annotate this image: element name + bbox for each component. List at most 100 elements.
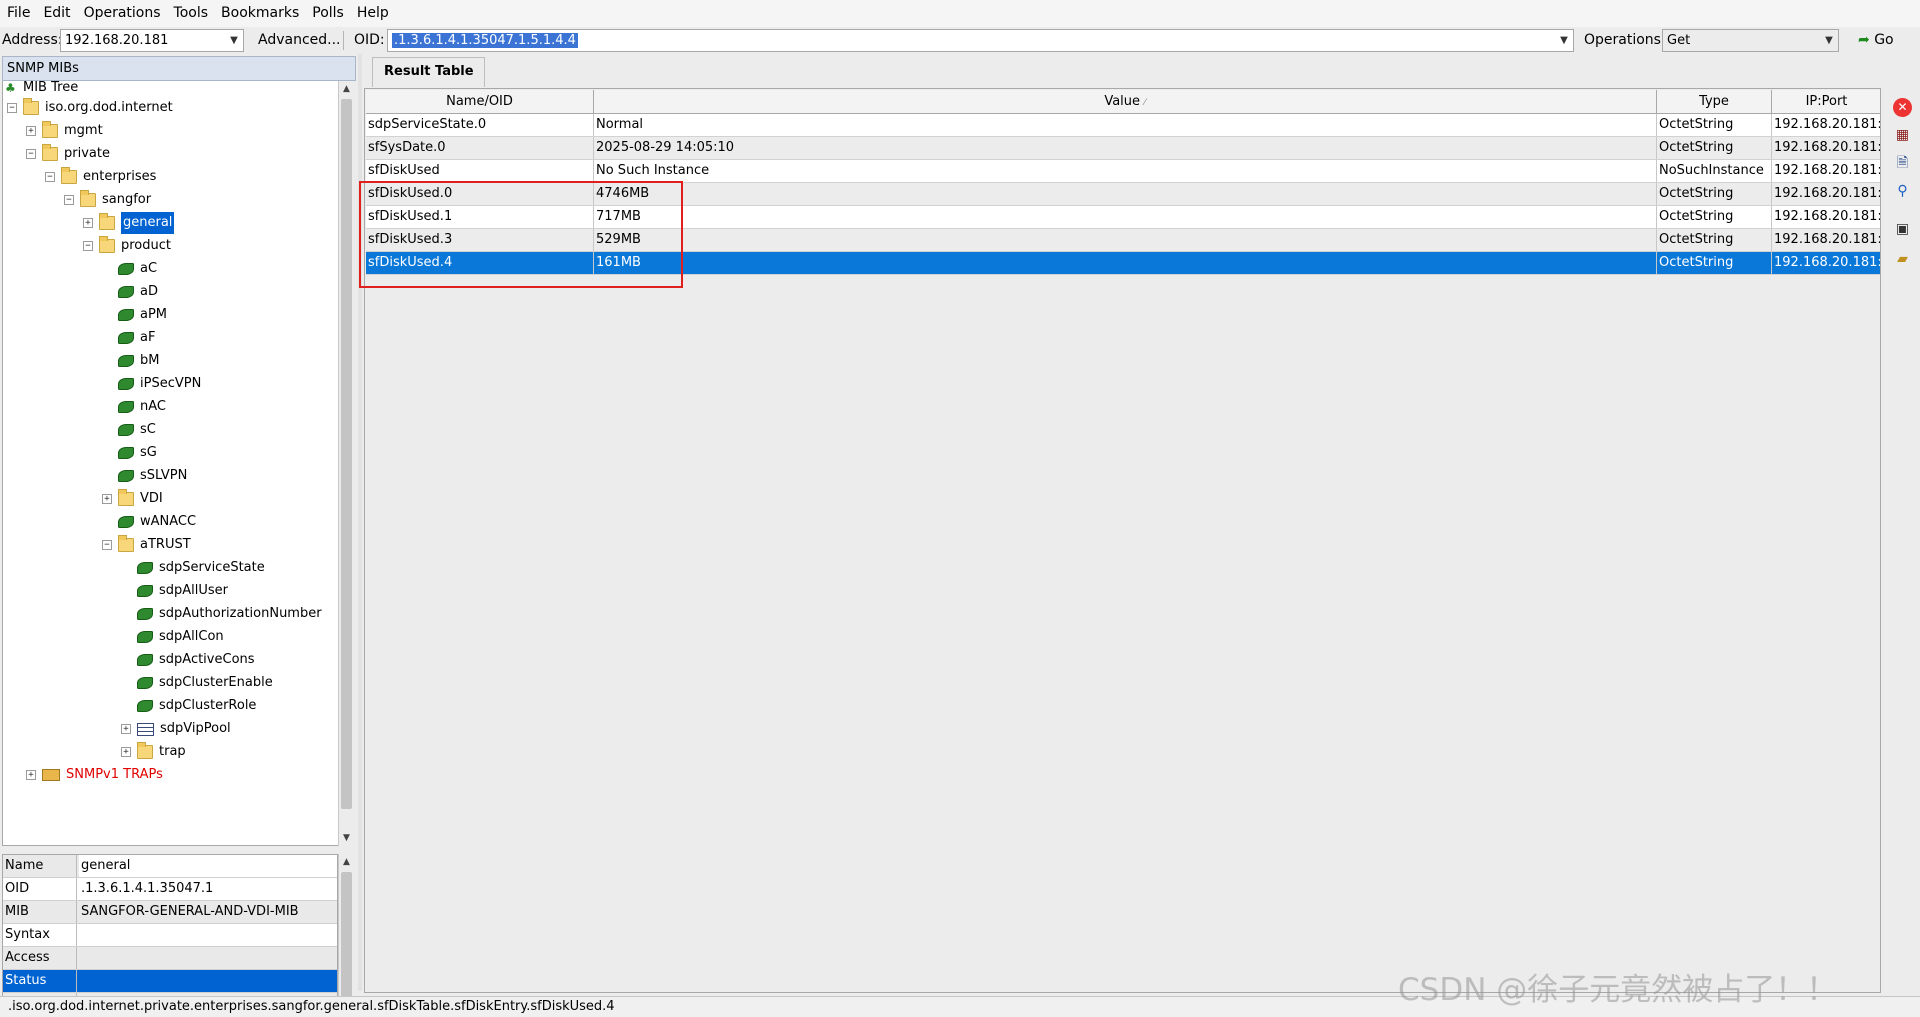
tree-node-snmpv1-traps[interactable]: + SNMPv1 TRAPs [26,764,163,786]
scroll-up-icon[interactable]: ▲ [339,81,354,97]
menu-operations[interactable]: Operations [77,0,167,27]
cell-ip-port: 192.168.20.181:... [1774,209,1881,224]
expand-icon[interactable]: + [121,724,131,734]
tree-node-private[interactable]: − private [26,143,110,165]
menu-help[interactable]: Help [350,0,395,27]
menu-tools[interactable]: Tools [167,0,215,27]
tree-leaf[interactable]: sSLVPN [118,465,187,487]
leaf-icon [118,470,134,482]
property-row[interactable]: MIB SANGFOR-GENERAL-AND-VDI-MIB [3,901,337,924]
tree-leaf[interactable]: sdpAllCon [137,626,224,648]
table-row[interactable]: sfSysDate.0 2025-08-29 14:05:10 OctetStr… [366,137,1880,160]
tree-node-product[interactable]: − product [83,235,171,257]
tree-node-mgmt[interactable]: + mgmt [26,120,103,142]
property-row[interactable]: Syntax [3,924,337,947]
scroll-thumb[interactable] [341,99,352,809]
tree-leaf[interactable]: wANACC [118,511,196,533]
scroll-down-icon[interactable]: ▼ [339,830,354,846]
collapse-icon[interactable]: − [45,172,55,182]
expand-icon[interactable]: + [26,770,36,780]
cell-value: 4746MB [594,183,1657,205]
tree-leaf[interactable]: sdpAuthorizationNumber [137,603,322,625]
tree-leaf[interactable]: nAC [118,396,166,418]
mib-tree[interactable]: ♣ MIB Tree − iso.org.dod.internet + mgmt… [2,81,338,846]
expand-icon[interactable]: + [102,494,112,504]
address-combo[interactable]: 192.168.20.181 ▼ [60,29,244,52]
menu-edit[interactable]: Edit [36,0,76,27]
leaf-icon [118,309,134,321]
operations-select[interactable]: Get ▼ [1662,29,1839,52]
tab-result-table[interactable]: Result Table [372,57,485,87]
tree-node-iso[interactable]: − iso.org.dod.internet [7,97,173,119]
table-row[interactable]: sdpServiceState.0 Normal OctetString 192… [366,114,1880,137]
tree-leaf[interactable]: sdpActiveCons [137,649,255,671]
collapse-icon[interactable]: − [26,149,36,159]
tree-node-general[interactable]: + general [83,212,175,234]
open-folder-icon[interactable]: ▰ [1893,250,1912,269]
tree-node-label: sdpVipPool [160,721,231,736]
tree-leaf[interactable]: sdpAllUser [137,580,228,602]
property-value: .1.3.6.1.4.1.35047.1 [81,881,214,896]
close-icon[interactable]: ✕ [1893,98,1912,117]
tree-scrollbar[interactable]: ▲ ▼ [338,81,354,846]
collapse-icon[interactable]: − [83,241,93,251]
tree-node-enterprises[interactable]: − enterprises [45,166,156,188]
go-label: Go [1874,32,1894,48]
advanced-button[interactable]: Advanced... [250,29,349,52]
tree-leaf[interactable]: aC [118,258,157,280]
leaf-icon [118,401,134,413]
tree-leaf[interactable]: sdpClusterRole [137,695,256,717]
search-icon[interactable]: ⚲ [1893,182,1912,201]
tree-node-vip-pool[interactable]: + sdpVipPool [121,718,231,740]
tree-leaf[interactable]: sdpServiceState [137,557,265,579]
column-header-ip-port[interactable]: IP:Port [1772,90,1880,113]
collapse-icon[interactable]: − [64,195,74,205]
property-row[interactable]: Status [3,970,337,993]
cell-type: OctetString [1657,229,1772,251]
table-row[interactable]: sfDiskUsed No Such Instance NoSuchInstan… [366,160,1880,183]
sort-indicator-icon: ⁄ [1144,98,1146,108]
document-icon[interactable]: 🗎 [1893,154,1912,173]
address-value: 192.168.20.181 [65,33,169,48]
tree-node-trap[interactable]: + trap [121,741,186,763]
expand-icon[interactable]: + [26,126,36,136]
expand-icon[interactable]: + [83,218,93,228]
tree-node-sangfor[interactable]: − sangfor [64,189,151,211]
tree-leaf[interactable]: iPSecVPN [118,373,201,395]
tree-node-vdi[interactable]: + VDI [102,488,163,510]
collapse-icon[interactable]: − [102,540,112,550]
clear-table-icon[interactable]: ▦ [1893,126,1912,145]
menu-file[interactable]: File [0,0,36,27]
tree-leaf[interactable]: aD [118,281,158,303]
property-row[interactable]: Access [3,947,337,970]
column-header-type[interactable]: Type [1657,90,1772,113]
property-scrollbar[interactable]: ▲ ▼ [338,854,354,1017]
scroll-thumb[interactable] [341,872,352,998]
expand-icon[interactable]: + [121,747,131,757]
tree-leaf[interactable]: aF [118,327,155,349]
tree-leaf[interactable]: sC [118,419,156,441]
cell-ip-port: 192.168.20.181:... [1774,186,1881,201]
menu-bookmarks[interactable]: Bookmarks [214,0,305,27]
tree-leaf[interactable]: bM [118,350,159,372]
tree-leaf[interactable]: aPM [118,304,167,326]
oid-input[interactable]: .1.3.6.1.4.1.35047.1.5.1.4.4 ▼ [387,29,1574,52]
tree-node-atrust[interactable]: − aTRUST [102,534,191,556]
scroll-up-icon[interactable]: ▲ [339,854,354,870]
property-row[interactable]: Name general [3,855,337,878]
property-key: Syntax [3,924,77,946]
save-icon[interactable]: ▣ [1893,220,1912,239]
menu-polls[interactable]: Polls [305,0,350,27]
property-row[interactable]: OID .1.3.6.1.4.1.35047.1 [3,878,337,901]
go-button[interactable]: ➦ Go [1850,29,1916,52]
tree-leaf-label: sG [140,445,157,460]
result-toolstrip: ✕ ▦ 🗎 ⚲ ▣ ▰ [1883,88,1920,993]
tree-leaf[interactable]: sG [118,442,157,464]
tree-leaf-label: nAC [140,399,166,414]
folder-icon [23,98,39,115]
tree-leaf[interactable]: sdpClusterEnable [137,672,273,694]
watermark: CSDN @徐子元竟然被占了！！ [1398,972,1838,1008]
collapse-icon[interactable]: − [7,103,17,113]
column-header-name[interactable]: Name/OID [366,90,594,113]
column-header-value[interactable]: Value ⁄ [594,90,1657,113]
